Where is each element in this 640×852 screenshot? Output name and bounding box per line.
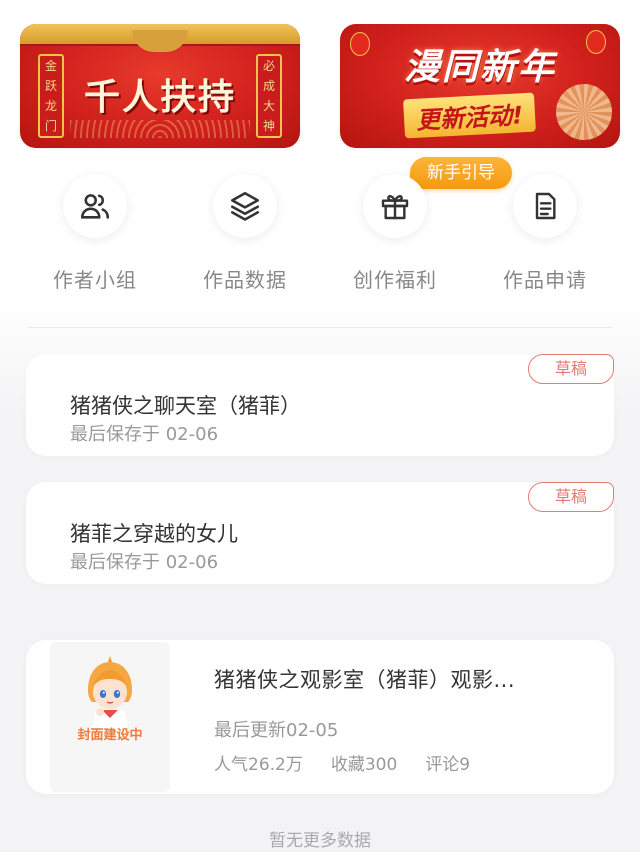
work-card[interactable]: 封面建设中 猪猪侠之观影室（猪菲）观影... 最后更新02-05 人气26.2万… <box>26 640 614 794</box>
banner-title: 千人扶持 <box>83 76 236 118</box>
draft-title: 猪猪侠之聊天室（猪菲） <box>70 394 301 418</box>
banner-couplet-left: 金 跃 龙 门 <box>38 54 64 138</box>
banner-title: 漫同新年 <box>403 47 556 88</box>
draft-card[interactable]: 猪猪侠之聊天室（猪菲） 最后保存于 02-06 草稿 <box>26 354 614 456</box>
layers-icon <box>230 191 260 221</box>
no-more-data-text: 暂无更多数据 <box>269 831 371 851</box>
quick-action-circle <box>513 174 577 238</box>
cover-placeholder-text: 封面建设中 <box>77 728 143 743</box>
draft-saved-time: 最后保存于 02-06 <box>70 552 219 573</box>
work-stats: 人气26.2万 收藏300 评论9 <box>214 750 470 775</box>
users-icon <box>80 194 110 219</box>
work-title: 猪猪侠之观影室（猪菲）观影... <box>214 668 516 692</box>
draft-badge: 草稿 <box>528 354 614 384</box>
banner-couplet-right: 必 成 大 神 <box>256 54 282 138</box>
work-cover: 封面建设中 <box>50 642 170 792</box>
banner-scroll-top <box>20 24 300 52</box>
author-support-banner[interactable]: 金 跃 龙 门 必 成 大 神 千人扶持 <box>20 24 300 148</box>
draft-badge: 草稿 <box>528 482 614 512</box>
new-year-update-banner[interactable]: 漫同新年 更新活动! <box>340 24 620 148</box>
quick-action-work-data[interactable]: 作品数据 <box>170 174 320 293</box>
quick-action-label: 作品数据 <box>203 268 287 292</box>
draft-card[interactable]: 猪菲之穿越的女儿 最后保存于 02-06 草稿 <box>26 482 614 584</box>
section-divider <box>28 327 612 328</box>
draft-title: 猪菲之穿越的女儿 <box>70 522 238 546</box>
quick-action-circle <box>63 174 127 238</box>
couplet-char: 跃 <box>44 79 57 93</box>
couplet-char: 大 <box>262 99 275 113</box>
favorites-stat: 收藏300 <box>330 755 398 775</box>
draft-saved-time: 最后保存于 02-06 <box>70 424 219 445</box>
quick-action-label: 作品申请 <box>503 268 587 292</box>
quick-action-circle <box>363 174 427 238</box>
cover-placeholder-avatar-icon <box>88 656 132 728</box>
banner-wave-pattern <box>70 120 250 138</box>
quick-actions: 作者小组 作品数据 创作福利 作品申请 <box>20 174 620 304</box>
fan-decoration-icon <box>556 84 612 140</box>
couplet-char: 成 <box>262 79 275 93</box>
gift-icon <box>381 195 409 220</box>
couplet-char: 门 <box>44 119 57 133</box>
quick-action-work-application[interactable]: 作品申请 <box>470 174 620 293</box>
document-icon <box>535 192 556 220</box>
couplet-char: 金 <box>44 59 57 73</box>
quick-action-label: 创作福利 <box>353 268 437 292</box>
work-updated-time: 最后更新02-05 <box>214 720 339 741</box>
couplet-char: 神 <box>262 119 275 133</box>
popularity-stat: 人气26.2万 <box>214 755 303 775</box>
couplet-char: 龙 <box>44 99 57 113</box>
couplet-char: 必 <box>262 59 275 73</box>
quick-action-creation-benefits[interactable]: 创作福利 <box>320 174 470 293</box>
banner-subtitle: 更新活动! <box>403 92 536 139</box>
quick-action-author-group[interactable]: 作者小组 <box>20 174 170 293</box>
quick-action-label: 作者小组 <box>53 268 137 292</box>
comments-stat: 评论9 <box>425 755 471 775</box>
quick-action-circle <box>213 174 277 238</box>
